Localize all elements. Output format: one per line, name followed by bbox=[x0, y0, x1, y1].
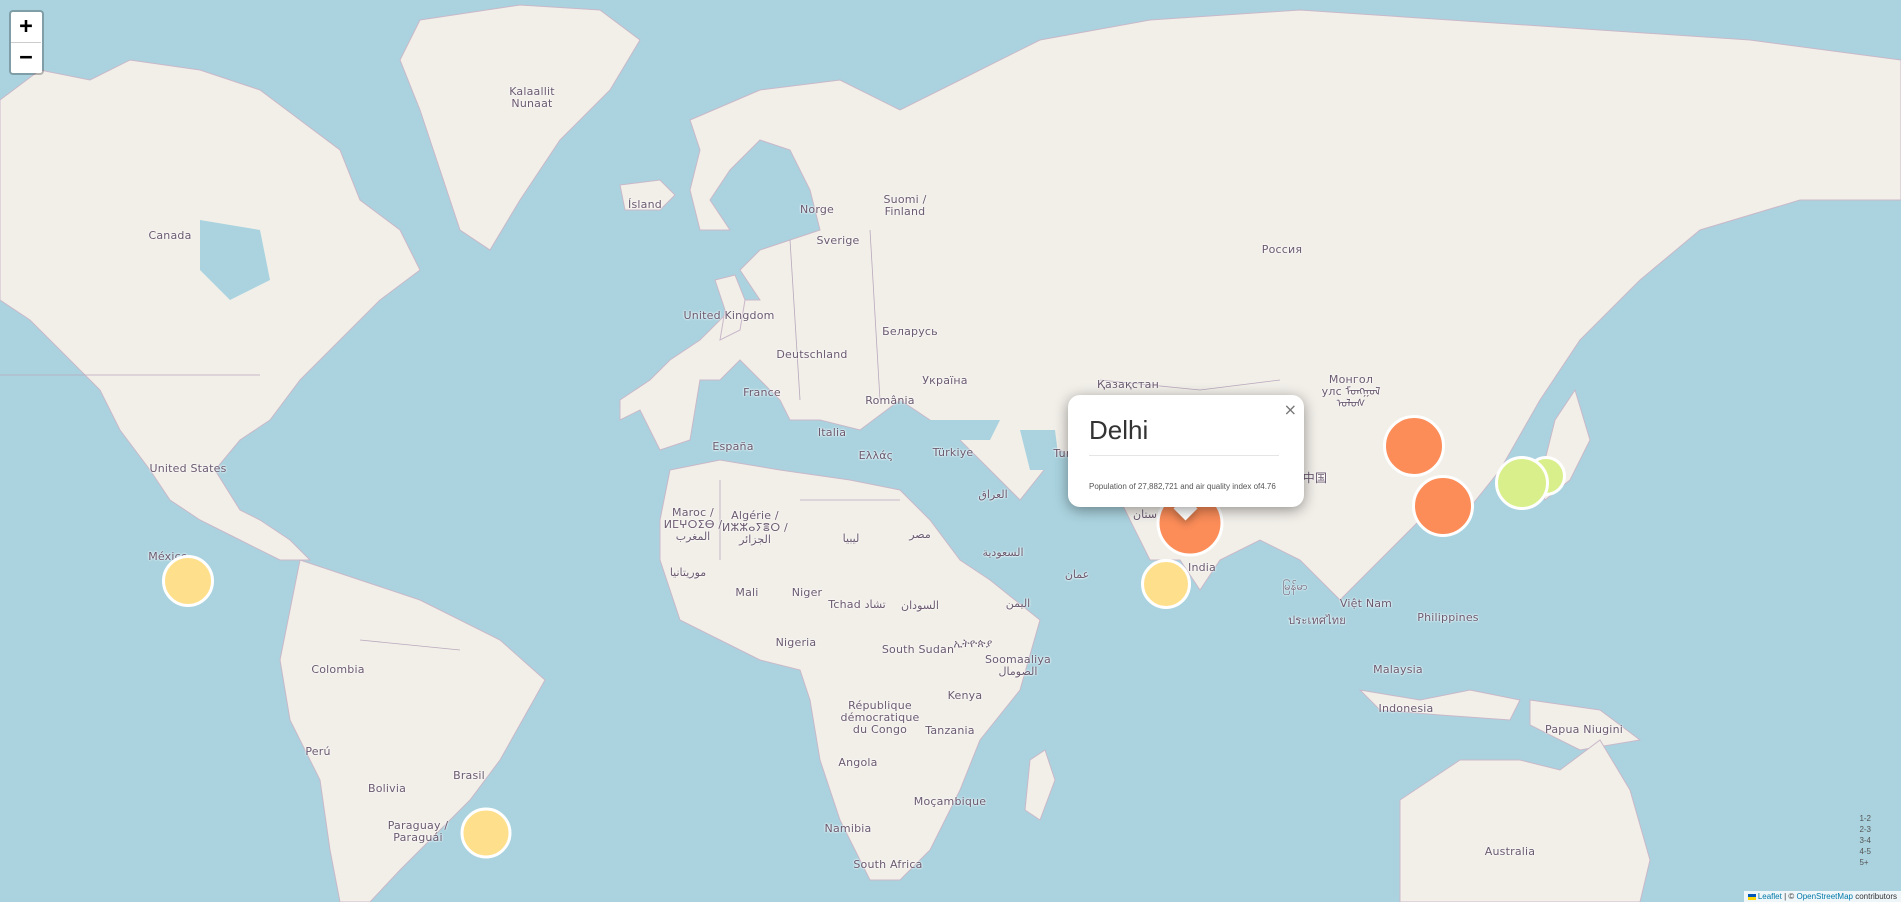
attribution-sep: | © bbox=[1781, 892, 1797, 901]
marker-beijing[interactable] bbox=[1383, 415, 1445, 477]
legend-item: 1-2 bbox=[1859, 814, 1871, 823]
label-tanzania: Tanzania bbox=[925, 724, 975, 737]
legend-item: 5+ bbox=[1859, 858, 1869, 867]
popup-text: Population of 27,882,721 and air quality… bbox=[1089, 482, 1276, 491]
popup-divider bbox=[1089, 455, 1279, 456]
label-turkiye: Türkiye bbox=[932, 446, 974, 459]
label-brasil: Brasil bbox=[453, 769, 485, 782]
label-myanmar: မြန်မာ bbox=[1282, 580, 1308, 593]
label-kazakhstan: Қазақстан bbox=[1097, 378, 1159, 391]
marker-shanghai[interactable] bbox=[1412, 475, 1474, 537]
label-saudi: السعودية bbox=[982, 546, 1024, 559]
label-uk: United Kingdom bbox=[683, 309, 775, 322]
label-angola: Angola bbox=[838, 756, 878, 769]
label-ukraina: Україна bbox=[922, 374, 968, 387]
label-india: India bbox=[1188, 561, 1216, 574]
attribution-contrib: contributors bbox=[1852, 892, 1897, 901]
label-mocambique: Moçambique bbox=[913, 795, 987, 808]
label-afghan: ستان bbox=[1133, 508, 1157, 521]
marker-mexico-city[interactable] bbox=[162, 555, 214, 607]
marker-osaka[interactable] bbox=[1495, 456, 1549, 510]
zoom-control: + − bbox=[9, 10, 44, 75]
label-bolivia: Bolivia bbox=[367, 782, 407, 795]
label-libya: ليبيا bbox=[842, 532, 860, 545]
ukraine-flag-icon bbox=[1747, 894, 1756, 900]
label-png: Papua Niugini bbox=[1545, 723, 1623, 736]
label-france: France bbox=[743, 386, 781, 399]
label-iraq: العراق bbox=[978, 488, 1008, 501]
zoom-out-button[interactable]: − bbox=[11, 42, 41, 73]
marker-sao-paulo[interactable] bbox=[460, 807, 512, 859]
legend-item: 2-3 bbox=[1859, 825, 1871, 834]
zoom-in-button[interactable]: + bbox=[11, 12, 41, 42]
label-ethiopia: ኢትዮጵያ bbox=[953, 637, 993, 650]
label-philippines: Philippines bbox=[1417, 611, 1479, 624]
label-ellas: Ελλάς bbox=[858, 449, 894, 462]
label-algerie: Algérie / ⵍⵣⵣⴰⵢⴻⵔ / الجزائر bbox=[722, 509, 788, 546]
label-deutschland: Deutschland bbox=[776, 348, 848, 361]
map-container[interactable]: Kalaallit Nunaat Ísland Canada Norge Suo… bbox=[0, 0, 1901, 902]
label-maroc: Maroc / ⵍⵎⵖⵔⵉⴱ / المغرب bbox=[663, 506, 723, 543]
legend-item: 4-5 bbox=[1859, 847, 1871, 856]
attribution: Leaflet | © OpenStreetMap contributors bbox=[1743, 891, 1901, 902]
label-canada: Canada bbox=[148, 229, 192, 242]
label-island: Ísland bbox=[628, 198, 662, 211]
label-somalia: Soomaaliya الصومال bbox=[984, 653, 1052, 678]
label-kalaallit: Kalaallit Nunaat bbox=[509, 85, 555, 110]
label-belarus: Беларусь bbox=[882, 325, 938, 338]
label-niger: Niger bbox=[791, 586, 823, 599]
label-sudan: السودان bbox=[901, 599, 939, 612]
label-kenya: Kenya bbox=[947, 689, 983, 702]
label-oman: عمان bbox=[1064, 568, 1090, 581]
leaflet-link[interactable]: Leaflet bbox=[1758, 892, 1782, 901]
legend-item: 3-4 bbox=[1859, 836, 1871, 845]
label-southafrica: South Africa bbox=[853, 858, 923, 871]
label-romania: România bbox=[865, 394, 915, 407]
label-italia: Italia bbox=[817, 426, 847, 439]
marker-mumbai[interactable] bbox=[1141, 559, 1191, 609]
label-china: 中国 bbox=[1302, 471, 1328, 485]
label-indonesia: Indonesia bbox=[1378, 702, 1434, 715]
label-drc: République démocratique du Congo bbox=[840, 699, 920, 736]
label-espana: España bbox=[712, 440, 754, 453]
legend: 1-2 2-3 3-4 4-5 5+ bbox=[1859, 813, 1871, 868]
label-sverige: Sverige bbox=[816, 234, 860, 247]
label-nigeria: Nigeria bbox=[775, 636, 817, 649]
label-rossiya: Россия bbox=[1261, 243, 1303, 256]
label-mauritania: موريتانيا bbox=[669, 566, 707, 579]
popup-title: Delhi bbox=[1089, 415, 1149, 445]
label-southsudan: South Sudan bbox=[881, 643, 955, 656]
label-paraguay: Paraguay / Paraguái bbox=[387, 819, 449, 844]
osm-link[interactable]: OpenStreetMap bbox=[1796, 892, 1852, 901]
label-namibia: Namibia bbox=[824, 822, 872, 835]
label-mali: Mali bbox=[735, 586, 759, 599]
label-yemen: اليمن bbox=[1005, 597, 1031, 610]
label-tchad: Tchad تشاد bbox=[828, 598, 886, 611]
label-malaysia: Malaysia bbox=[1373, 663, 1423, 676]
label-thailand: ประเทศไทย bbox=[1288, 614, 1346, 627]
label-australia: Australia bbox=[1484, 845, 1536, 858]
label-colombia: Colombia bbox=[311, 663, 365, 676]
label-norge: Norge bbox=[799, 203, 835, 216]
label-peru: Perú bbox=[305, 745, 331, 758]
label-us: United States bbox=[149, 462, 227, 475]
label-misr: مصر bbox=[909, 528, 931, 541]
close-icon[interactable]: × bbox=[1284, 400, 1297, 419]
label-suomi: Suomi / Finland bbox=[883, 193, 927, 218]
label-vietnam: Việt Nam bbox=[1339, 597, 1393, 610]
label-mongol: Монгол улс ᠮᠣᠩᠭᠣᠯ ᠤᠯᠤᠰ bbox=[1321, 373, 1381, 410]
city-popup: × Delhi Population of 27,882,721 and air… bbox=[1068, 395, 1304, 507]
